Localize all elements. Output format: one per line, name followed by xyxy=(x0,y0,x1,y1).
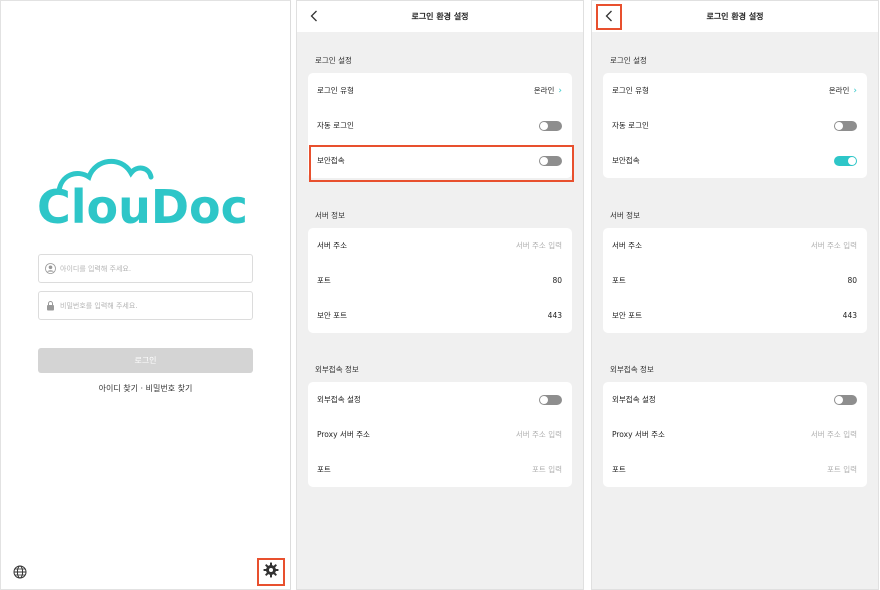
lock-icon xyxy=(45,300,56,311)
port-label: 포트 xyxy=(612,276,626,285)
link-separator: · xyxy=(140,384,144,393)
id-input[interactable] xyxy=(60,264,240,273)
login-button[interactable]: 로그인 xyxy=(38,348,253,373)
login-type-label: 로그인 유형 xyxy=(612,86,649,95)
row-proxy-port[interactable]: 포트 포트 입력 xyxy=(603,452,867,487)
secure-port-label: 보안 포트 xyxy=(612,311,642,320)
external-access-card: 외부접속 설정 Proxy 서버 주소 서버 주소 입력 포트 포트 입력 xyxy=(308,382,572,487)
row-server-address[interactable]: 서버 주소 서버 주소 입력 xyxy=(308,228,572,263)
auto-login-label: 자동 로그인 xyxy=(612,121,649,130)
proxy-address-input[interactable]: 서버 주소 입력 xyxy=(516,429,562,440)
proxy-address-input[interactable]: 서버 주소 입력 xyxy=(811,429,857,440)
page-title: 로그인 환경 설정 xyxy=(411,12,469,21)
secure-connection-toggle[interactable] xyxy=(834,155,857,166)
row-port[interactable]: 포트 80 xyxy=(603,263,867,298)
find-password-link[interactable]: 비밀번호 찾기 xyxy=(146,384,193,393)
header: 로그인 환경 설정 xyxy=(297,1,583,32)
settings-button[interactable] xyxy=(257,558,285,586)
login-screen: ClouDoc 로그인 아이디 찾기 · 비밀번호 찾기 xyxy=(0,0,291,590)
page-title: 로그인 환경 설정 xyxy=(706,12,764,21)
highlight-box xyxy=(309,145,574,182)
external-access-toggle[interactable] xyxy=(834,394,857,405)
row-auto-login: 자동 로그인 xyxy=(308,108,572,143)
proxy-address-label: Proxy 서버 주소 xyxy=(317,430,370,439)
gear-icon xyxy=(263,562,279,582)
proxy-port-label: 포트 xyxy=(317,465,331,474)
server-info-card: 서버 주소 서버 주소 입력 포트 80 보안 포트 443 xyxy=(308,228,572,333)
port-value[interactable]: 80 xyxy=(847,276,857,285)
password-input[interactable] xyxy=(60,301,240,310)
auto-login-label: 자동 로그인 xyxy=(317,121,354,130)
login-settings-screen: 로그인 환경 설정 로그인 설정 로그인 유형 온라인 › 자동 로그인 보안접속… xyxy=(296,0,584,590)
proxy-port-input[interactable]: 포트 입력 xyxy=(532,464,562,475)
chevron-right-icon: › xyxy=(853,85,857,96)
server-address-label: 서버 주소 xyxy=(612,241,642,250)
secure-port-value[interactable]: 443 xyxy=(843,311,857,320)
svg-text:ClouDoc: ClouDoc xyxy=(37,180,248,231)
section-title-server: 서버 정보 xyxy=(610,211,640,220)
external-access-card: 외부접속 설정 Proxy 서버 주소 서버 주소 입력 포트 포트 입력 xyxy=(603,382,867,487)
find-id-link[interactable]: 아이디 찾기 xyxy=(99,384,138,393)
row-secure-port[interactable]: 보안 포트 443 xyxy=(308,298,572,333)
external-access-label: 외부접속 설정 xyxy=(317,395,361,404)
login-settings-screen-secure-on: 로그인 환경 설정 로그인 설정 로그인 유형 온라인 › 자동 로그인 보안접속… xyxy=(591,0,879,590)
find-account-links: 아이디 찾기 · 비밀번호 찾기 xyxy=(1,383,290,394)
header: 로그인 환경 설정 xyxy=(592,1,878,32)
login-type-label: 로그인 유형 xyxy=(317,86,354,95)
external-access-label: 외부접속 설정 xyxy=(612,395,656,404)
section-title-login: 로그인 설정 xyxy=(610,56,647,65)
server-info-card: 서버 주소 서버 주소 입력 포트 80 보안 포트 443 xyxy=(603,228,867,333)
server-address-label: 서버 주소 xyxy=(317,241,347,250)
row-secure-connection: 보안접속 xyxy=(603,143,867,178)
auto-login-toggle[interactable] xyxy=(539,120,562,131)
login-type-value: 온라인 xyxy=(533,86,555,95)
row-proxy-port[interactable]: 포트 포트 입력 xyxy=(308,452,572,487)
proxy-port-label: 포트 xyxy=(612,465,626,474)
section-title-login: 로그인 설정 xyxy=(315,56,352,65)
server-address-input[interactable]: 서버 주소 입력 xyxy=(516,240,562,251)
password-field[interactable] xyxy=(38,291,253,320)
chevron-right-icon: › xyxy=(558,85,562,96)
secure-port-label: 보안 포트 xyxy=(317,311,347,320)
user-icon xyxy=(45,263,56,274)
row-secure-port[interactable]: 보안 포트 443 xyxy=(603,298,867,333)
row-external-access: 외부접속 설정 xyxy=(308,382,572,417)
section-title-external: 외부접속 정보 xyxy=(610,365,654,374)
row-login-type[interactable]: 로그인 유형 온라인 › xyxy=(603,73,867,108)
row-port[interactable]: 포트 80 xyxy=(308,263,572,298)
id-field[interactable] xyxy=(38,254,253,283)
globe-icon[interactable] xyxy=(13,564,27,579)
login-settings-card: 로그인 유형 온라인 › 자동 로그인 보안접속 xyxy=(603,73,867,178)
row-proxy-address[interactable]: Proxy 서버 주소 서버 주소 입력 xyxy=(603,417,867,452)
secure-connection-label: 보안접속 xyxy=(612,156,640,165)
proxy-address-label: Proxy 서버 주소 xyxy=(612,430,665,439)
cloudoc-logo: ClouDoc xyxy=(37,151,257,231)
row-login-type[interactable]: 로그인 유형 온라인 › xyxy=(308,73,572,108)
section-title-server: 서버 정보 xyxy=(315,211,345,220)
secure-port-value[interactable]: 443 xyxy=(548,311,562,320)
port-label: 포트 xyxy=(317,276,331,285)
server-address-input[interactable]: 서버 주소 입력 xyxy=(811,240,857,251)
login-type-value: 온라인 xyxy=(828,86,850,95)
row-external-access: 외부접속 설정 xyxy=(603,382,867,417)
row-auto-login: 자동 로그인 xyxy=(603,108,867,143)
port-value[interactable]: 80 xyxy=(552,276,562,285)
auto-login-toggle[interactable] xyxy=(834,120,857,131)
section-title-external: 외부접속 정보 xyxy=(315,365,359,374)
external-access-toggle[interactable] xyxy=(539,394,562,405)
row-proxy-address[interactable]: Proxy 서버 주소 서버 주소 입력 xyxy=(308,417,572,452)
proxy-port-input[interactable]: 포트 입력 xyxy=(827,464,857,475)
row-server-address[interactable]: 서버 주소 서버 주소 입력 xyxy=(603,228,867,263)
